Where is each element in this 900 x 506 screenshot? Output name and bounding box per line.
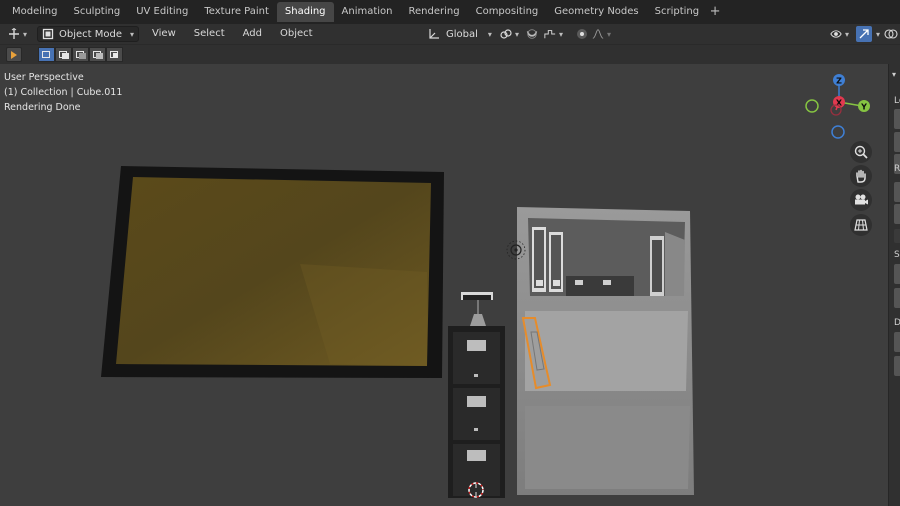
mode-label: Object Mode	[59, 28, 123, 40]
panel-label-dimensions: D	[894, 318, 900, 328]
gizmo-toggle[interactable]: ▾	[856, 26, 880, 42]
panel-field[interactable]	[894, 182, 900, 202]
camera-icon	[855, 194, 868, 205]
object-mode-icon	[42, 28, 54, 40]
panel-field[interactable]	[894, 132, 900, 152]
editor-type-icon	[9, 28, 19, 39]
panel-field[interactable]	[894, 109, 900, 129]
tab-scripting[interactable]: Scripting	[647, 2, 707, 22]
tab-rendering[interactable]: Rendering	[401, 2, 468, 22]
panel-field[interactable]	[894, 356, 900, 376]
select-extend-button[interactable]	[55, 47, 72, 62]
select-new-icon	[42, 51, 50, 58]
pivot-link-icon	[500, 29, 512, 39]
shelf-unit-object[interactable]	[517, 207, 694, 495]
orthographic-toggle-button[interactable]	[850, 214, 872, 236]
framed-board[interactable]	[101, 166, 444, 378]
active-tool-button[interactable]	[6, 47, 22, 62]
chevron-down-icon: ▾	[607, 29, 612, 39]
chevron-down-icon: ▾	[559, 29, 564, 39]
menu-view[interactable]: View	[143, 24, 185, 44]
overlay-circles-icon	[884, 29, 898, 39]
tab-modeling[interactable]: Modeling	[4, 2, 66, 22]
workspace-tab-bar: Modeling Sculpting UV Editing Texture Pa…	[0, 0, 900, 24]
gizmo-neg-y-axis[interactable]	[805, 99, 819, 113]
magnet-icon	[526, 29, 538, 39]
chevron-down-icon: ▾	[515, 29, 520, 39]
panel-field[interactable]	[894, 229, 900, 243]
select-subtract-button[interactable]	[72, 47, 89, 62]
viewport-header: ▾ Object Mode ▾ View Select Add Object G…	[0, 24, 900, 44]
eye-icon	[830, 30, 842, 38]
snap-toggle[interactable]	[522, 26, 542, 42]
grid-icon	[854, 219, 868, 231]
overlay-toggle[interactable]	[884, 26, 898, 42]
scene-render: Z Y X	[101, 74, 870, 498]
panel-field[interactable]	[894, 288, 900, 308]
add-workspace-icon[interactable]: +	[707, 2, 723, 22]
menu-select[interactable]: Select	[185, 24, 234, 44]
orientation-label: Global	[446, 28, 478, 40]
select-intersect-fill-icon	[113, 53, 117, 57]
camera-view-button[interactable]	[850, 189, 872, 211]
panel-field[interactable]	[894, 264, 900, 284]
proportional-editing-icon	[577, 29, 587, 39]
desk-lamp-object[interactable]	[461, 292, 493, 326]
panel-label-scale: S	[894, 250, 900, 260]
filing-cabinet-object[interactable]	[448, 326, 505, 498]
gizmo-toggle-bg	[856, 26, 872, 42]
snap-increment-icon	[544, 30, 556, 39]
chevron-down-icon: ▾	[487, 29, 492, 39]
chevron-down-icon: ▾	[130, 29, 135, 39]
select-extend-fill-icon	[62, 53, 69, 59]
tab-texture-paint[interactable]: Texture Paint	[196, 2, 277, 22]
panel-label-location: Lo	[894, 96, 900, 106]
tab-shading[interactable]: Shading	[276, 2, 334, 22]
visibility-dropdown[interactable]: ▾	[826, 26, 853, 42]
pan-button[interactable]	[850, 165, 872, 187]
select-subtract-fill-icon	[79, 53, 86, 59]
panel-field[interactable]	[894, 204, 900, 224]
mode-dropdown[interactable]: Object Mode ▾	[37, 26, 140, 42]
chevron-down-icon: ▾	[845, 29, 850, 39]
navigation-gizmo[interactable]: Z Y X	[805, 74, 870, 139]
select-new-button[interactable]	[38, 47, 55, 62]
zoom-button[interactable]	[850, 141, 872, 163]
panel-field[interactable]	[894, 332, 900, 352]
tab-compositing[interactable]: Compositing	[468, 2, 547, 22]
pivot-point-dropdown[interactable]: ▾	[496, 26, 523, 42]
falloff-dropdown[interactable]: ▾	[588, 26, 615, 42]
menu-object[interactable]: Object	[271, 24, 322, 44]
transform-orientation-dropdown[interactable]: Global ▾	[424, 26, 496, 42]
select-invert-fill-icon	[96, 53, 103, 59]
select-intersect-button[interactable]	[106, 47, 123, 62]
chevron-down-icon: ▾	[23, 29, 28, 39]
tab-geometry-nodes[interactable]: Geometry Nodes	[546, 2, 646, 22]
chevron-down-icon: ▾	[876, 29, 881, 39]
orientation-axes-icon	[429, 29, 439, 39]
gizmo-z-label: Z	[836, 77, 842, 86]
falloff-curve-icon	[592, 29, 604, 39]
panel-collapse-icon[interactable]: ▾	[892, 70, 896, 79]
gizmo-arrow-icon	[859, 29, 869, 39]
gizmo-neg-z-axis[interactable]	[831, 125, 845, 139]
tab-uv-editing[interactable]: UV Editing	[128, 2, 196, 22]
select-invert-button[interactable]	[89, 47, 106, 62]
gizmo-y-label: Y	[860, 103, 867, 112]
snap-target-dropdown[interactable]: ▾	[540, 26, 567, 42]
editor-type-button[interactable]: ▾	[4, 26, 31, 42]
zoom-icon	[854, 145, 868, 159]
hand-pan-icon	[856, 169, 866, 183]
tab-animation[interactable]: Animation	[334, 2, 401, 22]
3d-viewport[interactable]: User Perspective (1) Collection | Cube.0…	[0, 64, 888, 506]
tool-settings-row	[0, 44, 900, 64]
tab-sculpting[interactable]: Sculpting	[66, 2, 129, 22]
menu-add[interactable]: Add	[234, 24, 271, 44]
panel-label-rotation: R	[894, 164, 900, 174]
sidebar-panel[interactable]: ▾ Lo R S D	[888, 64, 900, 506]
selection-mode-group	[38, 47, 123, 62]
